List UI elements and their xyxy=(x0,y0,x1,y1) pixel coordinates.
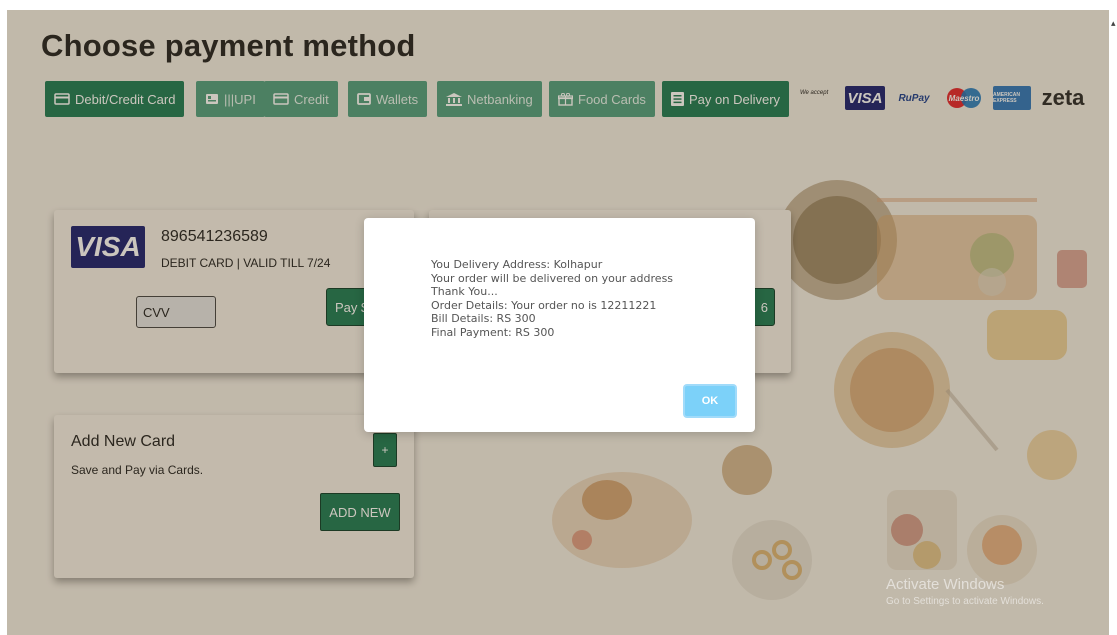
ok-button[interactable]: OK xyxy=(683,384,737,418)
order-details: You Delivery Address: Kolhapur Your orde… xyxy=(431,258,673,339)
delivery-note-line: Your order will be delivered on your add… xyxy=(431,271,674,285)
delivery-address-line: You Delivery Address: Kolhapur xyxy=(431,258,603,271)
activate-windows-watermark: Activate Windows Go to Settings to activ… xyxy=(886,576,1044,607)
thank-you-line: Thank You... xyxy=(431,285,498,298)
order-number-line: Order Details: Your order no is 12211221 xyxy=(431,298,657,312)
watermark-subtitle: Go to Settings to activate Windows. xyxy=(886,596,1044,607)
bill-details-line: Bill Details: RS 300 xyxy=(431,312,536,325)
scrollbar-arrow[interactable]: ▴ xyxy=(1111,18,1116,29)
page: Choose payment method Debit/Credit Card … xyxy=(7,10,1109,635)
watermark-title: Activate Windows xyxy=(886,576,1005,593)
order-confirmation-dialog: You Delivery Address: Kolhapur Your orde… xyxy=(364,218,755,432)
final-payment-line: Final Payment: RS 300 xyxy=(431,325,555,339)
